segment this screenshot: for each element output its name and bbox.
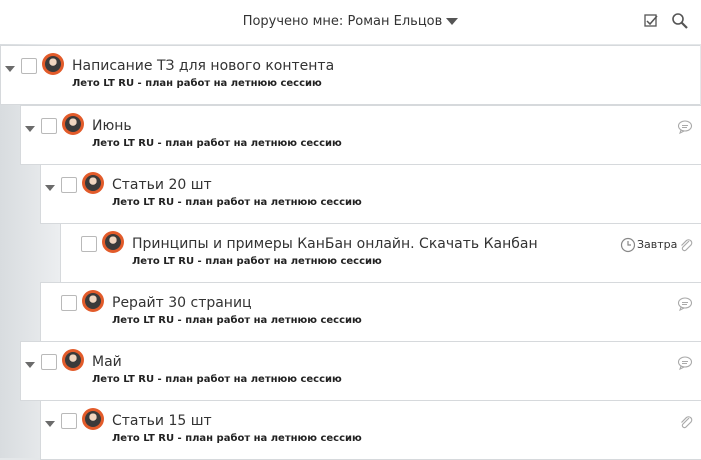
task-title[interactable]: Май bbox=[92, 354, 122, 370]
task-title[interactable]: Принципы и примеры КанБан онлайн. Скачат… bbox=[132, 236, 538, 252]
task-row[interactable]: Статьи 20 шт Лето LT RU - план работ на … bbox=[40, 164, 701, 224]
task-checkbox[interactable] bbox=[41, 118, 57, 134]
task-title[interactable]: Статьи 20 шт bbox=[112, 177, 212, 193]
caret-down-icon[interactable] bbox=[45, 421, 55, 427]
task-project: Лето LT RU - план работ на летнюю сессию bbox=[112, 433, 362, 444]
task-title[interactable]: Июнь bbox=[92, 118, 132, 134]
search-icon[interactable] bbox=[671, 12, 689, 30]
caret-down-icon[interactable] bbox=[25, 126, 35, 132]
task-project: Лето LT RU - план работ на летнюю сессию bbox=[72, 78, 322, 89]
avatar bbox=[82, 290, 104, 312]
task-checkbox[interactable] bbox=[41, 354, 57, 370]
task-project: Лето LT RU - план работ на летнюю сессию bbox=[132, 256, 382, 267]
task-checkbox[interactable] bbox=[61, 413, 77, 429]
task-row[interactable]: Принципы и примеры КанБан онлайн. Скачат… bbox=[60, 223, 701, 283]
clock-icon bbox=[620, 237, 636, 253]
avatar bbox=[102, 231, 124, 253]
task-checkbox[interactable] bbox=[81, 236, 97, 252]
assignee-filter[interactable]: Поручено мне: Роман Ельцов bbox=[0, 14, 701, 29]
assignee-filter-label: Поручено мне: Роман Ельцов bbox=[242, 14, 443, 29]
task-row[interactable]: Июнь Лето LT RU - план работ на летнюю с… bbox=[20, 105, 701, 165]
task-checkbox[interactable] bbox=[21, 58, 37, 74]
attachment-icon[interactable] bbox=[678, 237, 694, 253]
task-row[interactable]: Статьи 15 шт Лето LT RU - план работ на … bbox=[40, 400, 701, 460]
task-project: Лето LT RU - план работ на летнюю сессию bbox=[112, 197, 362, 208]
task-row[interactable]: Написание ТЗ для нового контента Лето LT… bbox=[0, 45, 700, 105]
avatar bbox=[42, 53, 64, 75]
toolbar: Поручено мне: Роман Ельцов bbox=[0, 0, 701, 44]
caret-down-icon[interactable] bbox=[45, 185, 55, 191]
task-title[interactable]: Рерайт 30 страниц bbox=[112, 295, 252, 311]
caret-down-icon[interactable] bbox=[5, 66, 15, 72]
checkbox-icon[interactable] bbox=[642, 12, 660, 30]
task-project: Лето LT RU - план работ на летнюю сессию bbox=[112, 315, 362, 326]
task-title[interactable]: Написание ТЗ для нового контента bbox=[72, 58, 334, 74]
caret-down-icon bbox=[446, 18, 459, 25]
task-checkbox[interactable] bbox=[61, 295, 77, 311]
task-checkbox[interactable] bbox=[61, 177, 77, 193]
task-title[interactable]: Статьи 15 шт bbox=[112, 413, 212, 429]
avatar bbox=[82, 172, 104, 194]
task-row[interactable]: Рерайт 30 страниц Лето LT RU - план рабо… bbox=[40, 282, 701, 342]
attachment-icon[interactable] bbox=[678, 414, 694, 430]
due-date: Завтра bbox=[637, 238, 678, 251]
comment-icon[interactable] bbox=[677, 355, 693, 371]
comment-icon[interactable] bbox=[677, 296, 693, 312]
comment-icon[interactable] bbox=[677, 119, 693, 135]
task-row[interactable]: Май Лето LT RU - план работ на летнюю се… bbox=[20, 341, 701, 401]
caret-down-icon[interactable] bbox=[25, 362, 35, 368]
avatar bbox=[82, 408, 104, 430]
avatar bbox=[62, 349, 84, 371]
avatar bbox=[62, 113, 84, 135]
task-project: Лето LT RU - план работ на летнюю сессию bbox=[92, 138, 342, 149]
task-project: Лето LT RU - план работ на летнюю сессию bbox=[92, 374, 342, 385]
